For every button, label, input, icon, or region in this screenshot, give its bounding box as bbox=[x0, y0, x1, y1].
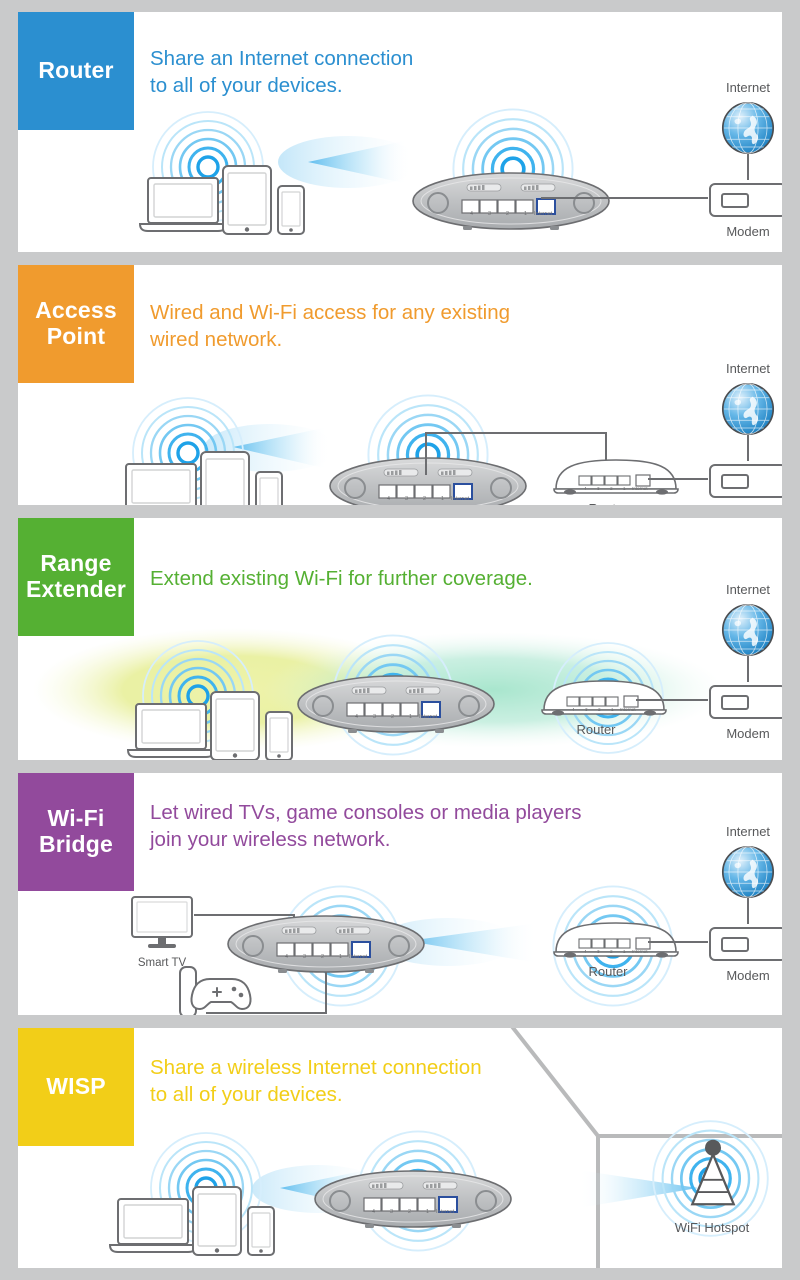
router-port-1: 1 bbox=[623, 949, 626, 954]
router-port-4: 4 bbox=[584, 949, 587, 954]
port-label-1: 1 bbox=[409, 714, 412, 720]
internet-label: Internet bbox=[726, 80, 770, 95]
wifi-hotspot-tower-icon bbox=[691, 1138, 735, 1206]
badge-router: Router bbox=[18, 12, 134, 130]
laptop-icon bbox=[117, 463, 205, 505]
router-device-icon bbox=[541, 680, 667, 717]
laptop-icon bbox=[139, 177, 227, 232]
building-outline bbox=[510, 1028, 600, 1268]
port-label-3: 3 bbox=[405, 496, 408, 502]
phone-icon bbox=[265, 711, 293, 760]
internet-port-label: Internet bbox=[436, 1209, 455, 1215]
router-label: Router bbox=[576, 722, 616, 737]
laptop-icon bbox=[127, 703, 215, 758]
tablet-icon bbox=[192, 1186, 242, 1256]
port-label-2: 2 bbox=[423, 496, 426, 502]
badge-access-point: Access Point bbox=[18, 265, 134, 383]
internet-port-label: Internet bbox=[349, 954, 368, 960]
router-internet-port: Internet bbox=[632, 949, 648, 954]
tablet-icon bbox=[200, 451, 250, 505]
badge-wifi-bridge: Wi-Fi Bridge bbox=[18, 773, 134, 891]
port-label-2: 2 bbox=[408, 1209, 411, 1215]
headline-router: Share an Internet connection to all of y… bbox=[150, 47, 414, 97]
router-internet-port: Internet bbox=[620, 707, 636, 712]
router-internet-port: Internet bbox=[632, 486, 648, 491]
tablet-icon bbox=[222, 165, 272, 235]
router-device-icon bbox=[553, 459, 679, 496]
smart-tv-icon bbox=[131, 896, 193, 949]
port-label-4: 4 bbox=[387, 496, 390, 502]
panel-range-extender: 4 3 2 1 Internet 4 3 2 1 Internet Router… bbox=[18, 518, 782, 760]
headline-wifi-bridge: Let wired TVs, game consoles or media pl… bbox=[150, 801, 582, 851]
modem-label: Modem bbox=[726, 224, 769, 239]
port-label-4: 4 bbox=[372, 1209, 375, 1215]
port-label-2: 2 bbox=[506, 211, 509, 217]
port-label-4: 4 bbox=[470, 211, 473, 217]
laptop-icon bbox=[109, 1198, 197, 1253]
badge-wisp: WISP bbox=[18, 1028, 134, 1146]
internet-globe-icon bbox=[721, 845, 775, 899]
tablet-icon bbox=[210, 691, 260, 760]
modem-label: Modem bbox=[726, 726, 769, 741]
phone-icon bbox=[277, 185, 305, 235]
router-label: Router bbox=[588, 501, 628, 505]
port-label-2: 2 bbox=[321, 954, 324, 960]
router-port-2: 2 bbox=[610, 486, 613, 491]
port-label-3: 3 bbox=[488, 211, 491, 217]
router-port-4: 4 bbox=[572, 707, 575, 712]
internet-globe-icon bbox=[721, 382, 775, 436]
modem-icon bbox=[709, 464, 782, 498]
wifi-hotspot-label: WiFi Hotspot bbox=[675, 1220, 750, 1235]
router-port-2: 2 bbox=[610, 949, 613, 954]
internet-label: Internet bbox=[726, 582, 770, 597]
badge-range-extender: Range Extender bbox=[18, 518, 134, 636]
wifi-bridge-device-icon bbox=[227, 915, 425, 974]
port-label-3: 3 bbox=[390, 1209, 393, 1215]
phone-icon bbox=[255, 471, 283, 505]
internet-port-label: Internet bbox=[451, 496, 470, 502]
modem-icon bbox=[709, 927, 782, 961]
port-label-1: 1 bbox=[339, 954, 342, 960]
port-label-1: 1 bbox=[524, 211, 527, 217]
router-device-icon bbox=[314, 1170, 512, 1229]
headline-wisp: Share a wireless Internet connection to … bbox=[150, 1056, 482, 1106]
wifi-beam-glow bbox=[278, 136, 418, 188]
router-port-3: 3 bbox=[585, 707, 588, 712]
internet-port-label: Internet bbox=[419, 714, 438, 720]
internet-port-label: Internet bbox=[534, 211, 553, 217]
router-label: Router bbox=[588, 964, 628, 979]
router-port-1: 1 bbox=[623, 486, 626, 491]
router-device-icon bbox=[553, 922, 679, 959]
modem-icon bbox=[709, 183, 782, 217]
headline-access-point: Wired and Wi-Fi access for any existing … bbox=[150, 301, 511, 351]
modem-label: Modem bbox=[726, 968, 769, 983]
infographic-page: 4 3 2 1 Internet Modem Internet Router S… bbox=[0, 0, 800, 1280]
port-label-1: 1 bbox=[426, 1209, 429, 1215]
internet-label: Internet bbox=[726, 824, 770, 839]
router-device-icon bbox=[412, 172, 610, 231]
headline-range-extender: Extend existing Wi-Fi for further covera… bbox=[150, 567, 533, 590]
router-port-2: 2 bbox=[598, 707, 601, 712]
router-port-1: 1 bbox=[611, 707, 614, 712]
port-label-4: 4 bbox=[285, 954, 288, 960]
smart-tv-label: Smart TV bbox=[138, 957, 187, 969]
internet-label: Internet bbox=[726, 361, 770, 376]
range-extender-device-icon bbox=[297, 675, 495, 734]
access-point-device-icon bbox=[329, 457, 527, 505]
port-label-2: 2 bbox=[391, 714, 394, 720]
router-port-3: 3 bbox=[597, 949, 600, 954]
port-label-3: 3 bbox=[303, 954, 306, 960]
internet-globe-icon bbox=[721, 603, 775, 657]
port-label-1: 1 bbox=[441, 496, 444, 502]
internet-globe-icon bbox=[721, 101, 775, 155]
router-port-3: 3 bbox=[597, 486, 600, 491]
phone-icon bbox=[247, 1206, 275, 1256]
port-label-3: 3 bbox=[373, 714, 376, 720]
router-port-4: 4 bbox=[584, 486, 587, 491]
game-console-icon bbox=[179, 966, 252, 1015]
modem-icon bbox=[709, 685, 782, 719]
port-label-4: 4 bbox=[355, 714, 358, 720]
